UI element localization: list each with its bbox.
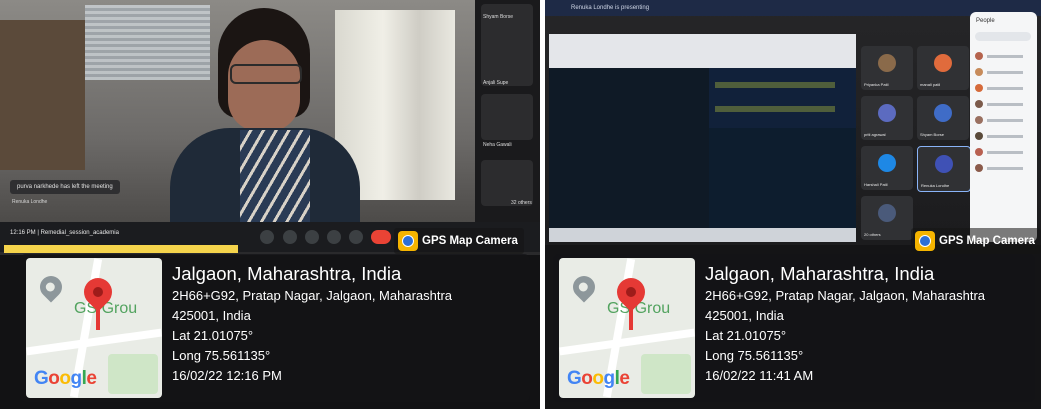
variable-explorer: [709, 68, 856, 128]
left-photo: Shyam Borse Anjali Supe Neha Gawali 32 o…: [0, 0, 540, 409]
shared-screen: [549, 34, 856, 242]
avatar: [878, 204, 896, 222]
avatar: [878, 104, 896, 122]
meet-gallery-strip: Shyam Borse Anjali Supe Neha Gawali 32 o…: [475, 0, 540, 225]
meeting-time: 12:16 PM: [10, 230, 36, 236]
search-people-input[interactable]: [975, 32, 1031, 41]
gallery-name: Anjali Supe: [483, 80, 509, 86]
gps-text-block: Jalgaon, Maharashtra, India 2H66+G92, Pr…: [172, 262, 452, 386]
meeting-name: Remedial_session_academia: [40, 230, 119, 236]
place-name: Jalgaon, Maharashtra, India: [705, 263, 935, 284]
longitude: Long 75.561135°: [172, 348, 271, 363]
leave-call-button[interactable]: [371, 230, 391, 244]
avatar: [934, 54, 952, 72]
wall-panel: [0, 20, 85, 170]
leave-notification: purva narkhede has left the meeting: [10, 180, 120, 194]
timestamp: 16/02/22 11:41 AM: [705, 368, 814, 383]
participant-tile[interactable]: Harshali Patil: [861, 146, 913, 190]
address-line-2: 425001, India: [172, 308, 251, 323]
map-marker-icon: [35, 271, 67, 303]
timestamp: 16/02/22 12:16 PM: [172, 368, 282, 383]
avatar: [935, 155, 953, 173]
avatar: [878, 154, 896, 172]
mic-button[interactable]: [260, 230, 274, 244]
people-panel: People: [970, 12, 1037, 242]
people-row[interactable]: [975, 116, 1031, 125]
present-button[interactable]: [327, 230, 341, 244]
people-row[interactable]: [975, 132, 1031, 141]
people-row[interactable]: [975, 100, 1031, 109]
map-marker-icon: [568, 271, 600, 303]
latitude: Lat 21.01075°: [705, 328, 787, 343]
gps-map-camera-icon: [398, 231, 418, 251]
latitude: Lat 21.01075°: [172, 328, 254, 343]
glasses: [230, 64, 302, 84]
google-logo: Google: [34, 368, 97, 389]
address-line-2: 425001, India: [705, 308, 784, 323]
gps-badge-label: GPS Map Camera: [422, 235, 518, 247]
ide-toolbar: [549, 34, 856, 68]
ipython-console: [709, 128, 856, 228]
address-line-1: 2H66+G92, Pratap Nagar, Jalgaon, Maharas…: [705, 288, 986, 303]
meeting-time-name: 12:16 PM | Remedial_session_academia: [10, 230, 119, 236]
right-photo: Renuka Londhe is presenting Priyanka Pat…: [545, 0, 1041, 409]
participant-tile[interactable]: 20 others: [861, 196, 913, 240]
camera-button[interactable]: [283, 230, 297, 244]
participant-tile[interactable]: manali patil: [917, 46, 969, 90]
browser-status-bar: [4, 245, 238, 253]
participant-tile[interactable]: Renuka Londhe: [917, 146, 971, 192]
people-row[interactable]: [975, 164, 1031, 173]
people-row[interactable]: [975, 148, 1031, 157]
gps-text-block: Jalgaon, Maharashtra, India 2H66+G92, Pr…: [705, 262, 985, 386]
presenter-video: [170, 8, 360, 228]
avatar: [878, 54, 896, 72]
place-name: Jalgaon, Maharashtra, India: [172, 263, 402, 284]
gallery-others: 32 others: [511, 200, 532, 206]
presenting-banner: Renuka Londhe is presenting: [545, 0, 1041, 16]
windows-taskbar: [549, 228, 856, 242]
presenter-label: Renuka Londhe: [12, 199, 48, 205]
gallery-tile[interactable]: [481, 94, 533, 140]
people-panel-title: People: [976, 18, 995, 24]
gps-info-panel: GS Grou Google Jalgaon, Maharashtra, Ind…: [553, 254, 1035, 402]
gps-badge-label: GPS Map Camera: [939, 235, 1035, 247]
google-logo: Google: [567, 368, 630, 389]
gallery-name: Shyam Borse: [483, 14, 514, 20]
participants-grid: Priyanka Patil manali patil priti agrawa…: [861, 46, 973, 242]
gps-map-camera-icon: [915, 231, 935, 251]
gps-badge: GPS Map Camera: [394, 228, 524, 254]
participant-tile[interactable]: Shyam Borse: [917, 96, 969, 140]
avatar: [934, 104, 952, 122]
people-row[interactable]: [975, 68, 1031, 77]
gps-info-panel: GS Grou Google Jalgaon, Maharashtra, Ind…: [20, 254, 530, 402]
address-line-1: 2H66+G92, Pratap Nagar, Jalgaon, Maharas…: [172, 288, 453, 303]
gps-badge: GPS Map Camera: [911, 228, 1041, 254]
more-options-button[interactable]: [349, 230, 363, 244]
ide-editor: [549, 68, 709, 228]
location-map: GS Grou Google: [26, 258, 162, 398]
captions-button[interactable]: [305, 230, 319, 244]
participant-tile[interactable]: priti agrawal: [861, 96, 913, 140]
people-row[interactable]: [975, 84, 1031, 93]
location-map: GS Grou Google: [559, 258, 695, 398]
longitude: Long 75.561135°: [705, 348, 804, 363]
gallery-name: Neha Gawali: [483, 142, 512, 148]
people-row[interactable]: [975, 52, 1031, 61]
participant-tile[interactable]: Priyanka Patil: [861, 46, 913, 90]
